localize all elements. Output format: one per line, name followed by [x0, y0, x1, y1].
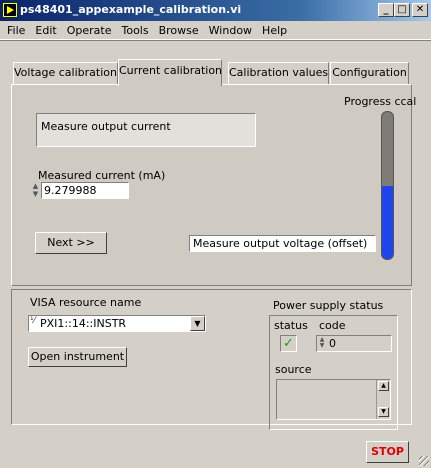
source-text-box: ▲ ▼	[276, 379, 391, 420]
code-field: ▲ ▼ 0	[316, 335, 392, 352]
measured-current-stepper[interactable]: ▲ ▼	[31, 182, 40, 199]
progress-ccal-fill	[382, 185, 393, 259]
close-button[interactable]: ✕	[412, 3, 428, 17]
source-label: source	[275, 363, 312, 376]
visa-resource-value: PXI1::14::INSTR	[40, 317, 127, 330]
measured-current-field[interactable]: 9.279988	[41, 182, 129, 199]
tab-calibration-values[interactable]: Calibration values	[228, 62, 329, 84]
code-label: code	[319, 319, 346, 332]
menu-bar: File Edit Operate Tools Browse Window Help	[0, 21, 431, 40]
menu-operate[interactable]: Operate	[62, 21, 117, 38]
menu-help[interactable]: Help	[257, 21, 292, 38]
code-value: 0	[329, 337, 336, 350]
open-instrument-button[interactable]: Open instrument	[28, 347, 127, 367]
visa-resource-label: VISA resource name	[30, 296, 142, 309]
menu-edit[interactable]: Edit	[30, 21, 61, 38]
code-stepper: ▲ ▼	[319, 336, 325, 349]
tab-current-calibration[interactable]: Current calibration	[118, 59, 222, 86]
tab-configuration[interactable]: Configuration	[330, 62, 409, 84]
title-bar[interactable]: ps48401_appexample_calibration.vi _ □ ✕	[0, 0, 431, 21]
source-scrollbar[interactable]: ▲ ▼	[376, 380, 390, 419]
minimize-button[interactable]: _	[378, 3, 394, 17]
visa-io-icon: ⅟	[30, 316, 36, 326]
scroll-down-icon[interactable]: ▼	[378, 407, 389, 417]
tab-voltage-calibration[interactable]: Voltage calibration	[13, 62, 118, 84]
next-button[interactable]: Next >>	[35, 232, 107, 254]
labview-app-icon[interactable]	[3, 3, 17, 17]
progress-ccal-bar	[381, 111, 394, 260]
scroll-up-icon[interactable]: ▲	[378, 381, 389, 391]
resize-grip[interactable]	[419, 456, 429, 466]
measured-current-label: Measured current (mA)	[38, 169, 166, 182]
window-title: ps48401_appexample_calibration.vi	[20, 3, 242, 16]
menu-tools[interactable]: Tools	[117, 21, 154, 38]
progress-label: Progress ccal	[344, 95, 417, 108]
visa-resource-select[interactable]: ⅟ PXI1::14::INSTR ▼	[28, 315, 206, 332]
chevron-down-icon[interactable]: ▼	[190, 316, 205, 331]
checkmark-icon: ✓	[280, 335, 297, 352]
menu-window[interactable]: Window	[204, 21, 257, 38]
stop-button[interactable]: STOP	[366, 441, 409, 463]
status-label: status	[274, 319, 308, 332]
calibration-status-text: Measure output current	[36, 113, 256, 147]
menu-file[interactable]: File	[0, 21, 30, 38]
next-step-indicator: Measure output voltage (offset)	[189, 235, 376, 252]
power-supply-status-label: Power supply status	[273, 299, 384, 312]
menu-browse[interactable]: Browse	[154, 21, 204, 38]
maximize-button[interactable]: □	[394, 3, 410, 17]
